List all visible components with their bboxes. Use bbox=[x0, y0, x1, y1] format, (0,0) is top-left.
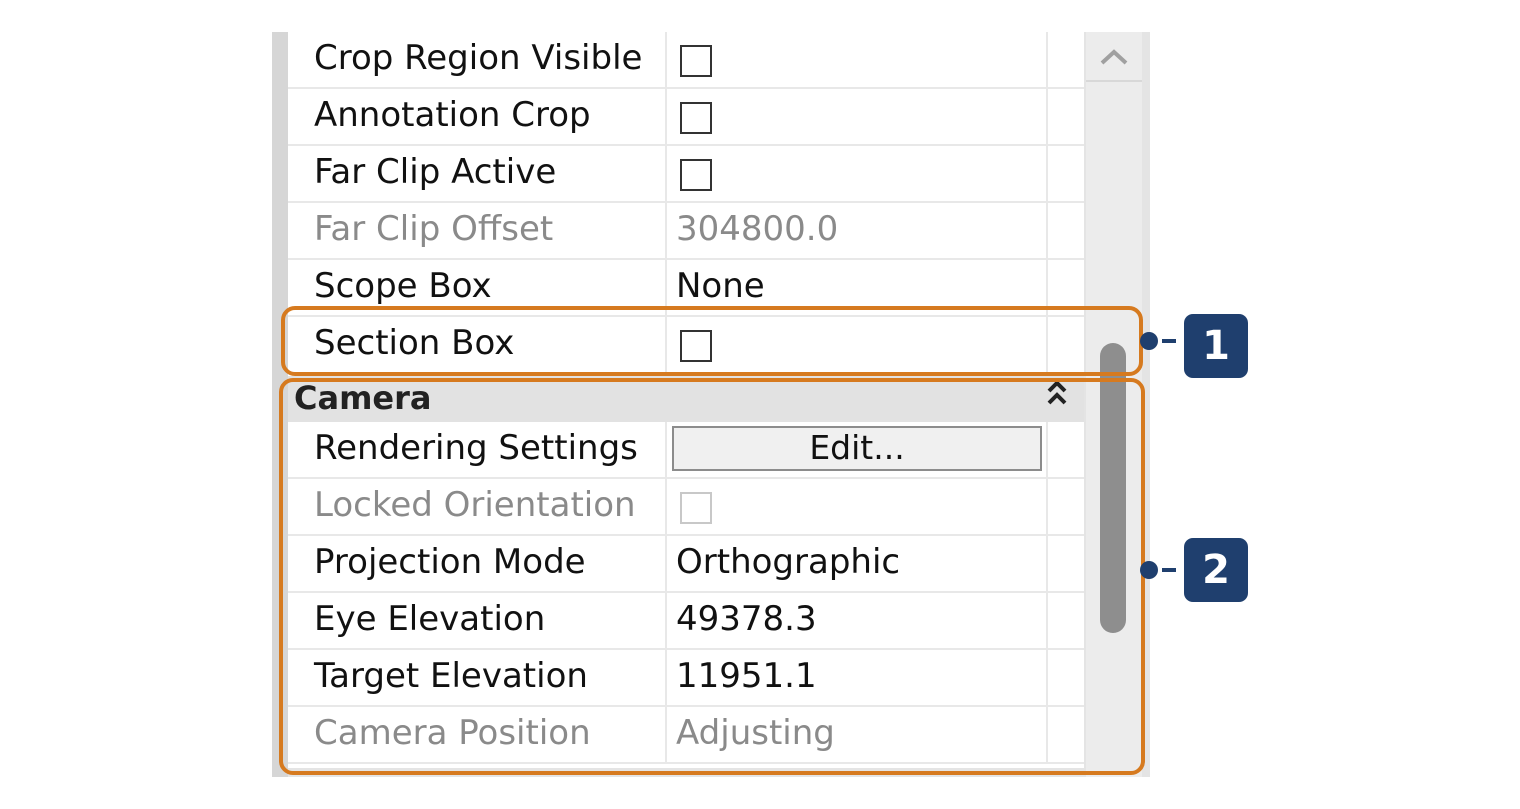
callout-dot bbox=[1140, 561, 1158, 579]
column-divider bbox=[1046, 32, 1048, 89]
callout-leader bbox=[1162, 568, 1176, 572]
far-clip-active-checkbox[interactable] bbox=[680, 159, 712, 191]
column-divider bbox=[665, 203, 667, 260]
highlight-box-section-box bbox=[281, 306, 1143, 376]
far-clip-offset-value: 304800.0 bbox=[676, 209, 839, 249]
column-divider bbox=[665, 89, 667, 146]
annotation-crop-checkbox[interactable] bbox=[680, 102, 712, 134]
property-label: Far Clip Active bbox=[314, 152, 557, 192]
column-divider bbox=[665, 32, 667, 89]
callout-leader bbox=[1162, 339, 1176, 343]
callout-dot bbox=[1140, 332, 1158, 350]
crop-region-visible-checkbox[interactable] bbox=[680, 45, 712, 77]
column-divider bbox=[665, 146, 667, 203]
property-row-far-clip-active: Far Clip Active bbox=[288, 146, 1084, 203]
property-label: Annotation Crop bbox=[314, 95, 591, 135]
property-label: Crop Region Visible bbox=[314, 38, 643, 78]
property-row-crop-region-visible: Crop Region Visible bbox=[288, 32, 1084, 89]
highlight-box-camera-group bbox=[279, 378, 1145, 775]
scroll-up-button[interactable] bbox=[1086, 32, 1142, 82]
column-divider bbox=[1046, 146, 1048, 203]
callout-badge: 2 bbox=[1184, 538, 1248, 602]
column-divider bbox=[1046, 203, 1048, 260]
property-row-annotation-crop: Annotation Crop bbox=[288, 89, 1084, 146]
property-row-far-clip-offset: Far Clip Offset 304800.0 bbox=[288, 203, 1084, 260]
chevron-up-icon bbox=[1100, 49, 1128, 65]
callout-badge: 1 bbox=[1184, 314, 1248, 378]
column-divider bbox=[1046, 89, 1048, 146]
property-label: Far Clip Offset bbox=[314, 209, 554, 249]
